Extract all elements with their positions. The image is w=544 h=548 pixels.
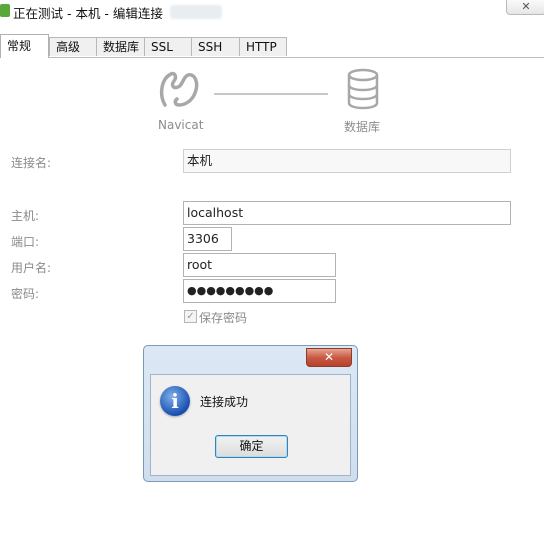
database-icon [346, 68, 380, 110]
database-label: 数据库 [344, 120, 381, 134]
tab-advanced[interactable]: 高级 [49, 37, 97, 56]
navicat-logo-icon [157, 67, 201, 111]
tab-ssh[interactable]: SSH [191, 37, 240, 56]
password-label: 密码: [11, 287, 40, 301]
save-password-label: 保存密码 [199, 311, 248, 325]
message-dialog: ✕ i 连接成功 确定 [143, 345, 358, 482]
window-close-button[interactable]: ✕ [506, 0, 544, 15]
dialog-message: 连接成功 [200, 395, 249, 409]
connection-name-label: 连接名: [11, 156, 52, 170]
tab-general[interactable]: 常规 [0, 34, 49, 58]
port-label: 端口: [11, 235, 40, 249]
password-field[interactable]: ●●●●●●●●● [183, 279, 336, 303]
dialog-body: i 连接成功 确定 [150, 374, 351, 476]
title-bar: 正在测试 - 本机 - 编辑连接 ✕ [0, 0, 544, 22]
tab-divider [0, 57, 544, 58]
tab-http[interactable]: HTTP [239, 37, 287, 56]
username-field[interactable]: root [183, 253, 336, 277]
info-icon: i [160, 386, 190, 416]
host-field[interactable]: localhost [183, 201, 511, 225]
ok-button[interactable]: 确定 [215, 435, 288, 458]
tab-databases[interactable]: 数据库 [96, 37, 145, 56]
username-label: 用户名: [11, 261, 52, 275]
app-icon [0, 4, 10, 17]
connection-line [214, 93, 328, 95]
window-title: 正在测试 - 本机 - 编辑连接 [13, 6, 163, 21]
host-label: 主机: [11, 209, 40, 223]
blurred-region [170, 5, 222, 19]
tab-ssl[interactable]: SSL [144, 37, 192, 56]
save-password-checkbox[interactable]: ✓ [184, 310, 197, 323]
navicat-label: Navicat [158, 118, 204, 132]
port-field[interactable]: 3306 [183, 227, 232, 251]
connection-name-field[interactable]: 本机 [183, 149, 511, 173]
dialog-close-button[interactable]: ✕ [306, 348, 352, 367]
